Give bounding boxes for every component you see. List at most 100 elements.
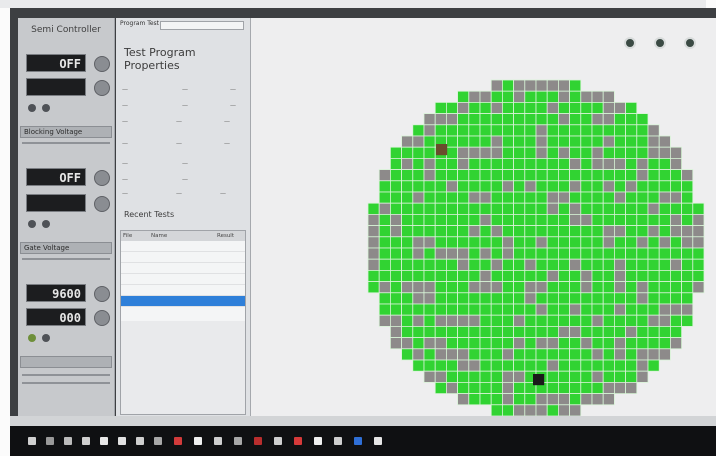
die-cell[interactable] (479, 359, 492, 372)
die-cell[interactable] (557, 303, 570, 316)
die-cell[interactable] (378, 236, 391, 249)
die-cell[interactable] (613, 359, 626, 372)
die-cell[interactable] (692, 247, 705, 260)
die-cell[interactable] (669, 247, 682, 260)
die-cell[interactable] (412, 269, 425, 282)
die-cell[interactable] (658, 169, 671, 182)
die-cell[interactable] (557, 146, 570, 159)
die-cell[interactable] (378, 191, 391, 204)
die-cell[interactable] (445, 325, 458, 338)
die-cell[interactable] (479, 213, 492, 226)
die-cell[interactable] (445, 359, 458, 372)
die-cell[interactable] (580, 113, 593, 126)
die-cell[interactable] (412, 225, 425, 238)
die-cell[interactable] (412, 191, 425, 204)
die-cell[interactable] (423, 303, 436, 316)
die-cell[interactable] (546, 79, 559, 92)
die-cell[interactable] (535, 393, 548, 406)
die-cell[interactable] (569, 157, 582, 170)
die-cell[interactable] (401, 292, 414, 305)
die-cell[interactable] (613, 292, 626, 305)
die-cell[interactable] (591, 325, 604, 338)
die-cell[interactable] (479, 258, 492, 271)
die-cell[interactable] (412, 303, 425, 316)
die-cell[interactable] (524, 292, 537, 305)
die-cell[interactable] (501, 404, 514, 416)
die-cell[interactable] (647, 348, 660, 361)
die-cell[interactable] (602, 314, 615, 327)
die-cell[interactable] (490, 314, 503, 327)
die-cell[interactable] (423, 314, 436, 327)
die-cell[interactable] (501, 79, 514, 92)
die-cell[interactable] (434, 157, 447, 170)
die-cell[interactable] (569, 269, 582, 282)
die-cell[interactable] (535, 404, 548, 416)
die-cell[interactable] (569, 225, 582, 238)
die-cell[interactable] (669, 202, 682, 215)
die-cell[interactable] (658, 303, 671, 316)
die-cell[interactable] (457, 236, 470, 249)
die-cell[interactable] (602, 381, 615, 394)
die-cell[interactable] (602, 202, 615, 215)
die-cell[interactable] (457, 124, 470, 137)
die-cell[interactable] (636, 157, 649, 170)
die-cell[interactable] (557, 135, 570, 148)
die-cell[interactable] (535, 202, 548, 215)
die-cell[interactable] (457, 348, 470, 361)
die-cell[interactable] (658, 337, 671, 350)
die-cell[interactable] (513, 202, 526, 215)
die-cell[interactable] (636, 135, 649, 148)
die-cell[interactable] (434, 213, 447, 226)
die-cell[interactable] (546, 303, 559, 316)
die-cell[interactable] (513, 348, 526, 361)
table-row[interactable] (121, 252, 245, 263)
die-cell[interactable] (658, 191, 671, 204)
die-cell[interactable] (513, 269, 526, 282)
die-cell[interactable] (457, 359, 470, 372)
die-cell[interactable] (636, 370, 649, 383)
wafer-map[interactable] (251, 18, 716, 416)
die-cell[interactable] (546, 281, 559, 294)
die-cell[interactable] (501, 157, 514, 170)
die-cell[interactable] (535, 236, 548, 249)
die-cell[interactable] (423, 202, 436, 215)
die-cell[interactable] (524, 314, 537, 327)
taskbar-icon[interactable] (46, 437, 54, 445)
die-cell[interactable] (501, 102, 514, 115)
die-cell[interactable] (535, 90, 548, 103)
die-cell[interactable] (647, 124, 660, 137)
die-cell[interactable] (580, 281, 593, 294)
die-cell[interactable] (591, 247, 604, 260)
die-cell[interactable] (389, 180, 402, 193)
die-cell[interactable] (479, 135, 492, 148)
die-cell[interactable] (367, 236, 380, 249)
die-cell[interactable] (591, 202, 604, 215)
die-cell[interactable] (636, 281, 649, 294)
die-cell[interactable] (647, 169, 660, 182)
select-1[interactable]: Blocking Voltage (20, 126, 112, 138)
die-cell[interactable] (468, 314, 481, 327)
die-cell[interactable] (602, 325, 615, 338)
die-cell[interactable] (636, 359, 649, 372)
die-cell[interactable] (513, 124, 526, 137)
die-cell[interactable] (557, 370, 570, 383)
die-cell[interactable] (580, 202, 593, 215)
die-cell[interactable] (468, 236, 481, 249)
die-cell[interactable] (401, 337, 414, 350)
die-cell[interactable] (591, 303, 604, 316)
die-cell[interactable] (389, 247, 402, 260)
die-cell[interactable] (557, 124, 570, 137)
die-cell[interactable] (658, 180, 671, 193)
die-cell[interactable] (434, 325, 447, 338)
die-cell[interactable] (658, 348, 671, 361)
taskbar-icon[interactable] (274, 437, 282, 445)
die-cell[interactable] (647, 303, 660, 316)
die-cell[interactable] (457, 247, 470, 260)
die-cell[interactable] (591, 269, 604, 282)
die-cell[interactable] (535, 292, 548, 305)
die-cell[interactable] (546, 135, 559, 148)
die-cell[interactable] (625, 157, 638, 170)
die-cell[interactable] (490, 303, 503, 316)
die-cell[interactable] (557, 314, 570, 327)
taskbar-icon[interactable] (234, 437, 242, 445)
